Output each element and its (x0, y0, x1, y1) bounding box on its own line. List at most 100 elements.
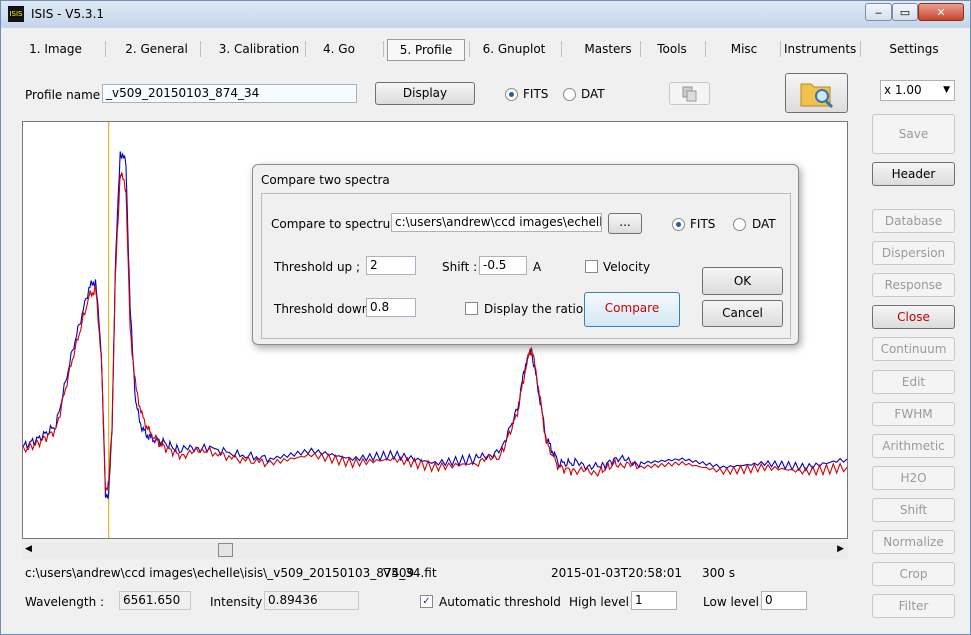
wavelength-value: 6561.650 (119, 591, 191, 610)
tab-masters[interactable]: Masters (565, 37, 651, 61)
tab-separator (305, 41, 306, 57)
observation-date: 2015-01-03T20:58:01 (551, 566, 682, 580)
h2o-button[interactable]: H2O (872, 465, 955, 490)
dat-label: DAT (581, 87, 605, 101)
response-button[interactable]: Response (872, 273, 955, 298)
velocity-checkbox[interactable] (585, 260, 598, 273)
display-ratio-checkbox[interactable] (465, 302, 478, 315)
normalize-button[interactable]: Normalize (872, 530, 955, 554)
fwhm-button[interactable]: FWHM (872, 401, 955, 426)
tab-separator (561, 41, 562, 57)
tab-separator (705, 41, 706, 57)
horizontal-scrollbar[interactable]: ◀ ▶ (22, 542, 848, 559)
high-level-field[interactable]: 1 (631, 591, 677, 610)
chevron-down-icon: ▼ (943, 85, 950, 95)
ok-button[interactable]: OK (702, 267, 783, 295)
tab-settings[interactable]: Settings (864, 37, 964, 61)
tab-3-calibration[interactable]: 3. Calibration (204, 37, 314, 61)
high-level-label: High level : (569, 595, 637, 609)
profile-name-label: Profile name : (25, 88, 109, 102)
file-path: c:\users\andrew\ccd images\echelle\isis\… (25, 566, 437, 580)
tab-separator (105, 41, 106, 57)
tab-separator (383, 41, 384, 57)
threshold-up-field[interactable]: 2 (366, 256, 416, 275)
save-button[interactable]: Save (872, 114, 955, 154)
exposure-time: 300 s (702, 566, 735, 580)
tab-separator (469, 41, 470, 57)
wavelength-label: Wavelength : (25, 595, 105, 609)
continuum-button[interactable]: Continuum (872, 337, 955, 362)
dialog-dat-radio[interactable] (733, 218, 746, 231)
velocity-label: Velocity (603, 260, 651, 274)
intensity-value: 0.89436 (264, 591, 359, 610)
folder-search-icon (800, 83, 834, 109)
isis-app-icon: ISIS (8, 6, 24, 22)
tab-6-gnuplot[interactable]: 6. Gnuplot (473, 37, 555, 61)
copy-icon (682, 86, 697, 102)
close-icon[interactable]: ✕ (918, 3, 964, 21)
close-button[interactable]: Close (872, 305, 955, 330)
dialog-title: Compare two spectra (261, 173, 390, 187)
tab-2-general[interactable]: 2. General (109, 37, 204, 61)
zoom-select[interactable]: x 1.00 ▼ (880, 80, 955, 101)
threshold-down-label: Threshold down : (274, 302, 378, 316)
low-level-field[interactable]: 0 (761, 591, 807, 610)
open-folder-button[interactable] (785, 73, 848, 113)
object-name: V509 (383, 566, 415, 580)
edit-button[interactable]: Edit (872, 369, 955, 394)
cancel-button[interactable]: Cancel (702, 300, 783, 327)
tab-separator (200, 41, 201, 57)
main-window: ISIS ISIS - V5.3.1 ‒ ▭ ✕ 1. Image 2. Gene… (0, 0, 971, 635)
tab-5-profile[interactable]: 5. Profile (387, 39, 465, 61)
compare-spectrum-field[interactable]: c:\users\andrew\ccd images\echelle\isis\… (391, 213, 602, 232)
filter-button[interactable]: Filter (872, 594, 955, 619)
tab-instruments[interactable]: Instruments (784, 37, 856, 61)
intensity-label: Intensity : (210, 595, 271, 609)
title-bar[interactable]: ISIS ISIS - V5.3.1 ‒ ▭ ✕ (1, 1, 970, 28)
fits-label: FITS (523, 87, 549, 101)
automatic-threshold-label: Automatic threshold (439, 595, 561, 609)
dialog-fits-radio[interactable] (672, 218, 685, 231)
automatic-threshold-checkbox[interactable]: ✓ (420, 595, 433, 608)
shift-unit: A (533, 260, 542, 274)
display-button[interactable]: Display (375, 82, 475, 105)
tab-separator (860, 41, 861, 57)
shift-label: Shift : (442, 260, 478, 274)
shift-field[interactable]: -0.5 (479, 256, 527, 275)
tab-misc[interactable]: Misc (709, 37, 779, 61)
window-title: ISIS - V5.3.1 (31, 7, 105, 21)
tab-4-go[interactable]: 4. Go (309, 37, 369, 61)
scroll-thumb[interactable] (218, 543, 234, 557)
threshold-down-field[interactable]: 0.8 (366, 298, 416, 317)
threshold-up-label: Threshold up ; (274, 260, 361, 274)
dialog-fits-label: FITS (690, 217, 716, 231)
dialog-panel: Compare to spectrum : c:\users\andrew\cc… (261, 193, 791, 339)
tab-bar: 1. Image 2. General 3. Calibration 4. Go 5. … (9, 37, 964, 61)
shift-button[interactable]: Shift (872, 497, 955, 522)
tab-separator (780, 41, 781, 57)
low-level-label: Low level : (703, 595, 767, 609)
crop-button[interactable]: Crop (872, 562, 955, 587)
profile-name-field[interactable]: _v509_20150103_874_34 (102, 84, 357, 103)
compare-button[interactable]: Compare (584, 292, 680, 327)
maximize-icon[interactable]: ▭ (892, 3, 918, 21)
arithmetic-button[interactable]: Arithmetic (872, 433, 955, 458)
dialog-dat-label: DAT (752, 217, 776, 231)
browse-button[interactable]: ... (608, 213, 642, 234)
database-button[interactable]: Database (872, 209, 955, 233)
scroll-left-icon[interactable]: ◀ (25, 544, 32, 554)
header-button[interactable]: Header (872, 162, 955, 186)
compare-to-spectrum-label: Compare to spectrum : (271, 217, 410, 231)
dat-radio[interactable] (563, 88, 576, 101)
tab-tools[interactable]: Tools (644, 37, 700, 61)
tab-1-image[interactable]: 1. Image (9, 37, 102, 61)
scroll-right-icon[interactable]: ▶ (837, 544, 844, 554)
minimize-icon[interactable]: ‒ (865, 3, 892, 21)
fits-radio[interactable] (505, 88, 518, 101)
compare-dialog: Compare two spectra Compare to spectrum … (252, 164, 799, 345)
zoom-value: x 1.00 (884, 83, 922, 97)
copy-button[interactable] (669, 82, 710, 105)
tab-separator (640, 41, 641, 57)
display-ratio-label: Display the ratio (484, 302, 584, 316)
dispersion-button[interactable]: Dispersion (872, 241, 955, 266)
